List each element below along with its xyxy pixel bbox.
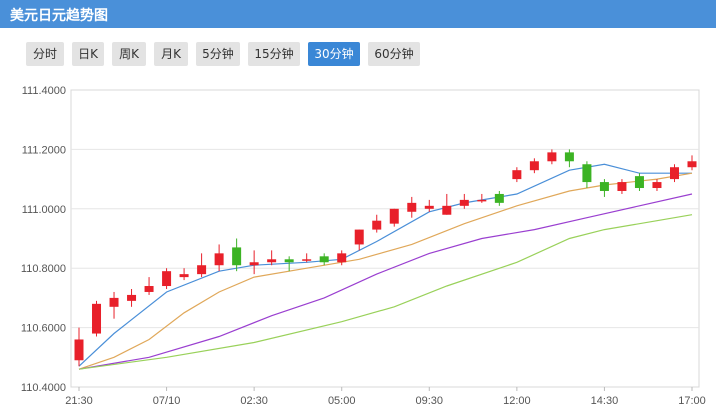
candle	[92, 300, 102, 337]
candle-body	[687, 161, 697, 168]
candle	[459, 193, 469, 209]
candle	[529, 158, 539, 174]
x-tick-label: 14:30	[591, 395, 619, 407]
candle	[267, 250, 277, 266]
candle-body	[407, 202, 417, 212]
x-tick-label: 02:30	[240, 395, 268, 407]
candle-body	[424, 205, 434, 209]
candle-body	[179, 274, 189, 278]
candle-body	[109, 297, 119, 307]
x-tick-label: 17:00	[678, 395, 706, 407]
x-tick-label: 12:00	[503, 395, 531, 407]
candle-body	[249, 262, 259, 266]
candle-body	[617, 182, 627, 191]
y-tick-label: 110.8000	[21, 263, 66, 275]
candle-body	[214, 253, 224, 266]
candle	[494, 190, 504, 206]
candle-body	[337, 253, 347, 263]
candle	[687, 155, 697, 171]
candle	[214, 244, 224, 272]
candle-body	[389, 208, 399, 224]
candle-body	[494, 193, 504, 203]
candle	[442, 193, 452, 215]
candle	[512, 167, 522, 183]
candle	[372, 214, 382, 233]
candle	[477, 193, 487, 203]
candle	[319, 253, 329, 266]
candle	[232, 238, 242, 272]
candle-body	[547, 152, 557, 162]
candle	[599, 179, 609, 197]
candle	[634, 173, 644, 191]
candle-body	[197, 265, 207, 275]
candle-body	[284, 259, 294, 263]
candle-body	[267, 259, 277, 263]
candle	[617, 179, 627, 194]
candle-body	[564, 152, 574, 162]
moving-average-lines	[78, 163, 693, 370]
candle	[127, 288, 137, 307]
candle-body	[669, 167, 679, 180]
candle	[652, 179, 662, 191]
candle	[354, 229, 364, 251]
candle	[197, 253, 207, 278]
candle	[564, 149, 574, 168]
candles	[74, 149, 697, 367]
candle-body	[92, 303, 102, 334]
candle	[302, 253, 312, 263]
candle-body	[477, 199, 487, 202]
y-tick-label: 110.4000	[21, 382, 66, 394]
candle-body	[162, 271, 172, 287]
candle	[547, 149, 557, 165]
candle	[74, 327, 84, 367]
candle-body	[74, 339, 84, 361]
candle-body	[512, 170, 522, 180]
grid-lines	[71, 148, 699, 329]
candle-body	[302, 259, 312, 261]
x-tick-label: 09:30	[416, 395, 444, 407]
candle	[109, 291, 119, 319]
plot-frame	[70, 89, 700, 388]
candle-body	[354, 229, 364, 245]
candle-body	[319, 256, 329, 263]
x-tick-label: 05:00	[328, 395, 356, 407]
y-axis: 110.4000 110.6000 110.8000 111.0000 111.2000…	[21, 85, 66, 394]
candle-body	[144, 286, 154, 292]
candle-body	[599, 182, 609, 191]
y-tick-label: 111.2000	[22, 144, 66, 156]
candlestick-chart: 110.4000 110.6000 110.8000 111.0000 111.2000…	[21, 85, 706, 407]
ma-line-4	[78, 214, 693, 370]
candle	[407, 196, 417, 218]
candle-body	[232, 247, 242, 266]
y-tick-label: 111.0000	[22, 204, 66, 216]
candle-body	[372, 220, 382, 230]
x-tick-label: 21:30	[65, 395, 93, 407]
candle-body	[634, 176, 644, 189]
ma-line-1	[78, 163, 692, 367]
candle-body	[442, 205, 452, 215]
candle-body	[529, 161, 539, 171]
candle	[669, 164, 679, 183]
x-tick-label: 07/10	[153, 395, 181, 407]
candle	[162, 268, 172, 289]
candle	[389, 208, 399, 227]
candle	[249, 250, 259, 275]
candle-body	[582, 164, 592, 183]
x-axis: 21:30 07/10 02:30 05:00 09:30 12:00 14:30 17:00	[65, 387, 706, 407]
y-tick-label: 111.4000	[22, 85, 66, 97]
candle-body	[459, 199, 469, 206]
candle	[144, 277, 154, 295]
candle-body	[127, 294, 137, 301]
candle	[582, 161, 592, 189]
y-tick-label: 110.6000	[21, 323, 66, 335]
candle	[424, 199, 434, 212]
candle	[179, 268, 189, 281]
candle-body	[652, 182, 662, 189]
